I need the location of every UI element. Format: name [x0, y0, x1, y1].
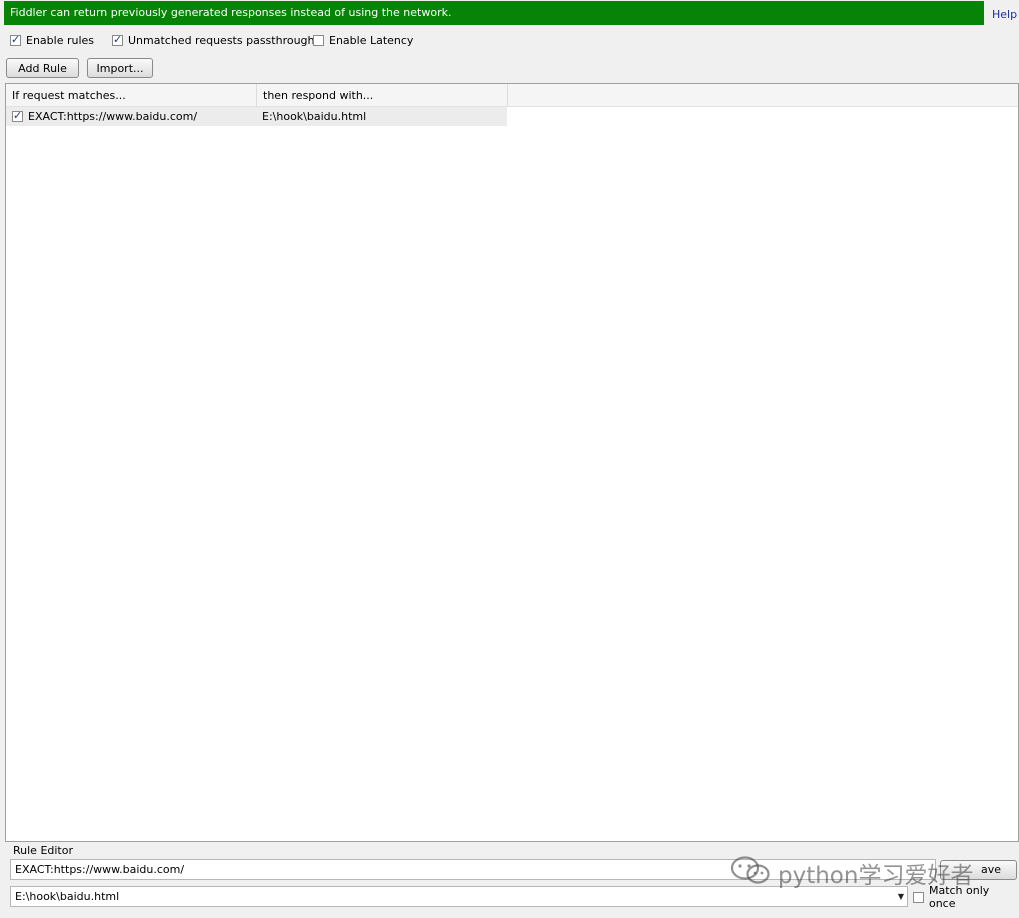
match-once-option[interactable]: Match only once — [913, 884, 1019, 910]
watermark: python学习爱好者 — [730, 855, 974, 891]
rule-match-cell: EXACT:https://www.baidu.com/ — [28, 110, 198, 123]
watermark-text: python学习爱好者 — [778, 863, 974, 889]
latency-option[interactable]: Enable Latency — [313, 33, 413, 47]
respond-dropdown[interactable]: E:\hook\baidu.html ▼ — [10, 886, 908, 907]
match-once-checkbox[interactable] — [913, 891, 924, 903]
info-banner: Fiddler can return previously generated … — [4, 1, 984, 25]
respond-value: E:\hook\baidu.html — [15, 890, 120, 903]
rule-row[interactable]: EXACT:https://www.baidu.com/ E:\hook\bai… — [6, 107, 507, 126]
column-header-respond[interactable]: then respond with... — [257, 84, 508, 106]
passthrough-label: Unmatched requests passthrough — [128, 33, 315, 47]
passthrough-checkbox[interactable] — [112, 33, 123, 46]
add-rule-button[interactable]: Add Rule — [6, 58, 79, 78]
rule-editor-label: Rule Editor — [13, 844, 73, 857]
wechat-icon — [730, 855, 772, 891]
column-header-match[interactable]: If request matches... — [6, 84, 257, 106]
enable-rules-option[interactable]: Enable rules — [10, 33, 94, 47]
rules-list-header: If request matches... then respond with.… — [6, 84, 1018, 107]
rules-list[interactable]: If request matches... then respond with.… — [5, 83, 1019, 842]
latency-checkbox[interactable] — [313, 34, 324, 46]
rule-respond-cell: E:\hook\baidu.html — [262, 110, 367, 123]
passthrough-option[interactable]: Unmatched requests passthrough — [112, 33, 315, 47]
help-link[interactable]: Help — [992, 8, 1017, 21]
enable-rules-checkbox[interactable] — [10, 33, 21, 46]
import-button[interactable]: Import... — [87, 58, 153, 78]
banner-text: Fiddler can return previously generated … — [10, 6, 452, 19]
latency-label: Enable Latency — [329, 33, 414, 47]
rule-enabled-checkbox[interactable] — [12, 109, 23, 122]
enable-rules-label: Enable rules — [26, 33, 95, 47]
